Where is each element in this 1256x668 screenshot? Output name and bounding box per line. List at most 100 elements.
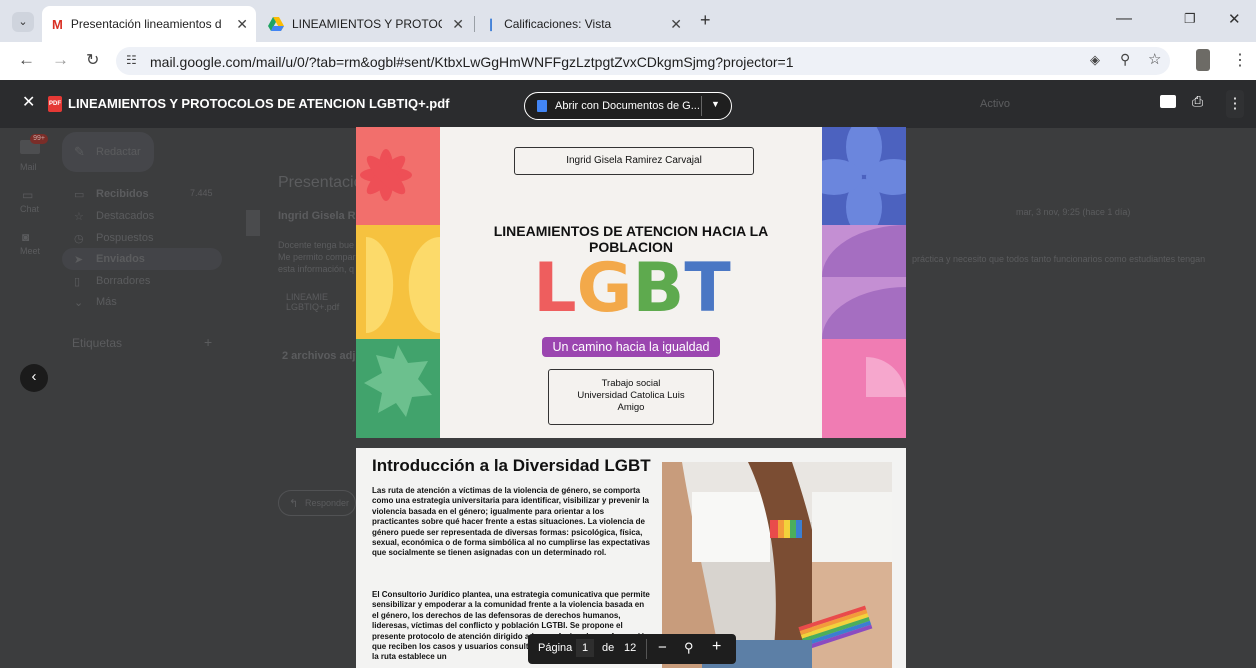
chevron-down-icon: ⌄ <box>74 297 84 309</box>
zoom-in-button[interactable]: + <box>712 638 721 656</box>
tab-title: Presentación lineamientos de a <box>70 17 221 31</box>
bookmark-star-icon[interactable]: ☆ <box>1148 50 1161 68</box>
forward-button[interactable]: → <box>52 50 69 70</box>
previous-file-button[interactable]: ‹ <box>20 364 48 392</box>
zoom-icon[interactable]: ⚲ <box>1120 51 1130 68</box>
page-bar-divider <box>646 639 647 659</box>
institution-line: Amigo <box>617 402 645 413</box>
add-to-drive-icon[interactable] <box>1160 95 1176 108</box>
omnibox[interactable]: ☷ mail.google.com/mail/u/0/?tab=rm&ogbl#… <box>116 47 1170 75</box>
tab-drive[interactable]: LINEAMIENTOS Y PROTOCOLO ✕ <box>258 6 472 42</box>
left-decoration-column <box>356 127 440 438</box>
open-with-button[interactable]: Abrir con Documentos de G... ▼ <box>524 92 732 120</box>
nav-mas[interactable]: Más <box>96 296 117 308</box>
email-body-line: Me permito compar <box>278 252 356 262</box>
letter-l: L <box>533 249 577 328</box>
nav-borradores[interactable]: Borradores <box>96 275 150 287</box>
rail-chat-label: Chat <box>20 204 40 214</box>
restore-button[interactable]: ❐ <box>1184 11 1196 27</box>
gmail-icon: M <box>52 16 63 32</box>
close-tab-icon[interactable]: ✕ <box>452 16 464 33</box>
tab-calificaciones[interactable]: ❘ Calificaciones: Vista ✕ <box>476 6 690 42</box>
open-with-label: Abrir con Documentos de G... <box>555 100 700 112</box>
page-of-label: de <box>602 642 615 654</box>
nav-destacados[interactable]: Destacados <box>96 210 154 222</box>
clock-icon: ◷ <box>74 233 84 245</box>
site-info-icon[interactable]: ☷ <box>126 53 137 67</box>
more-options-icon[interactable]: ⋮ <box>1226 90 1244 118</box>
file-name: LINEAMIENTOS Y PROTOCOLOS DE ATENCION LG… <box>68 96 450 111</box>
pencil-icon: ✎ <box>74 144 85 159</box>
page2-heading: Introducción a la Diversidad LGBT <box>372 456 651 475</box>
reply-button[interactable]: ↰ Responder <box>278 490 356 516</box>
reply-label: Responder <box>305 498 350 508</box>
reload-button[interactable]: ↻ <box>86 50 99 70</box>
back-button[interactable]: ← <box>18 50 35 70</box>
page-label: Página <box>538 642 573 654</box>
page-total: 12 <box>624 642 637 654</box>
google-docs-icon <box>537 100 547 112</box>
author-name: Ingrid Gisela Ramirez Carvajal <box>566 155 702 166</box>
email-body-line: Docente tenga bue <box>278 240 355 250</box>
open-with-divider <box>701 96 702 116</box>
author-box: Ingrid Gisela Ramirez Carvajal <box>514 147 754 175</box>
letter-g: G <box>576 249 633 328</box>
chevron-down-icon[interactable]: ▼ <box>711 99 720 109</box>
meet-icon[interactable]: ◙ <box>22 230 29 244</box>
letter-t: T <box>684 249 731 328</box>
tab-gmail[interactable]: M Presentación lineamientos de a ✕ <box>42 6 256 42</box>
page-number-input[interactable]: 1 <box>576 639 594 657</box>
new-tab-button[interactable]: + <box>700 10 711 31</box>
unread-badge: 99+ <box>30 134 48 144</box>
rail-mail-label: Mail <box>20 162 37 172</box>
nav-enviados[interactable]: Enviados <box>96 253 145 265</box>
attachment-chip[interactable]: LINEAMIE LGBTIQ+.pdf <box>286 292 356 312</box>
chat-icon[interactable]: ▭ <box>22 188 33 202</box>
reply-icon: ↰ <box>289 498 299 510</box>
cover-subtitle: Un camino hacia la igualdad <box>542 337 720 357</box>
sender-name: Ingrid Gisela Ra <box>278 210 362 222</box>
page2-paragraph: Las ruta de atención a víctimas de la vi… <box>372 486 650 558</box>
institution-line: Universidad Catolica Luis <box>577 390 685 401</box>
add-label-icon[interactable]: + <box>204 334 212 350</box>
nav-recibidos[interactable]: Recibidos <box>96 188 149 200</box>
zoom-out-button[interactable]: − <box>658 639 667 656</box>
compose-button[interactable]: ✎ Redactar <box>62 132 154 172</box>
zoom-icon: ⚲ <box>684 640 694 655</box>
gmail-rail: 99+ Mail ▭ Chat ◙ Meet <box>0 128 56 668</box>
sender-avatar <box>246 210 260 236</box>
letter-b: B <box>632 249 685 328</box>
nav-pospuestos[interactable]: Pospuestos <box>96 232 153 244</box>
rail-meet-label: Meet <box>20 246 41 256</box>
browser-tab-bar: ⌄ M Presentación lineamientos de a ✕ LIN… <box>0 0 1256 42</box>
close-window-button[interactable]: ✕ <box>1228 10 1241 28</box>
lgbt-wordmark: L G B T <box>514 253 750 325</box>
pdf-icon: PDF <box>48 96 62 112</box>
browser-menu-icon[interactable]: ⋮ <box>1232 50 1248 70</box>
email-date: mar, 3 nov, 9:25 (hace 1 día) <box>1016 207 1131 217</box>
inbox-count: 7.445 <box>190 188 213 198</box>
cover-title-line: LINEAMIENTOS DE ATENCION HACIA LA <box>493 223 769 239</box>
send-icon: ➤ <box>74 254 84 266</box>
eye-icon[interactable]: ◈ <box>1090 52 1100 68</box>
close-tab-icon[interactable]: ✕ <box>670 16 682 33</box>
compose-label: Redactar <box>96 146 141 158</box>
tab-title: Calificaciones: Vista <box>504 17 612 31</box>
address-toolbar: ← → ↻ ☷ mail.google.com/mail/u/0/?tab=rm… <box>0 42 1256 80</box>
moodle-icon: ❘ <box>486 17 497 31</box>
close-viewer-icon[interactable]: ✕ <box>22 92 35 112</box>
minimize-button[interactable]: — <box>1116 10 1132 28</box>
right-decoration-column <box>822 127 906 438</box>
extension-icon[interactable] <box>1196 49 1210 71</box>
google-drive-icon <box>268 17 284 31</box>
attachments-heading: 2 archivos adju <box>282 350 363 362</box>
draft-icon: ▯ <box>74 276 81 288</box>
star-icon: ☆ <box>74 211 84 223</box>
tab-search-button[interactable]: ⌄ <box>12 12 34 32</box>
url-text[interactable]: mail.google.com/mail/u/0/?tab=rm&ogbl#se… <box>150 54 793 70</box>
pdf-page-1: Ingrid Gisela Ramirez Carvajal LINEAMIEN… <box>356 127 906 438</box>
page-navigation-bar: Página 1 de 12 − ⚲ + <box>528 634 736 664</box>
close-tab-icon[interactable]: ✕ <box>236 16 248 33</box>
email-body-line: esta información, q <box>278 264 355 274</box>
print-icon[interactable]: ⎙ <box>1192 93 1203 110</box>
